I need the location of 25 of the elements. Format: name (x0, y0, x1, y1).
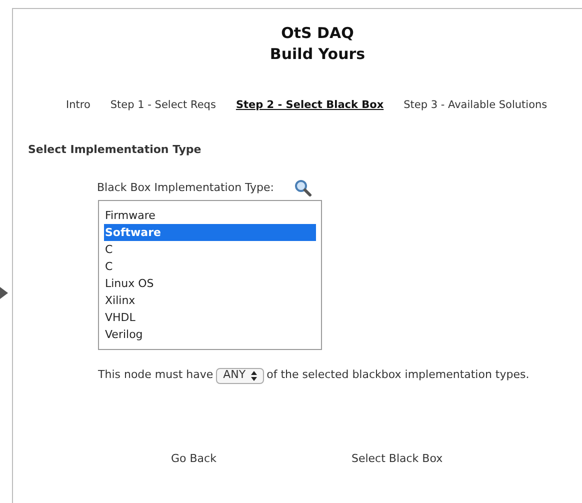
listbox-label: Black Box Implementation Type: (97, 180, 274, 196)
requirement-text: This node must have (98, 367, 214, 384)
site-title: OtS DAQ (281, 23, 354, 44)
search-icon[interactable] (294, 179, 312, 198)
listbox-option[interactable]: Xilinx (104, 292, 316, 310)
step-link[interactable]: Step 2 - Select Black Box (236, 98, 384, 114)
step-link[interactable]: Step 1 - Select Reqs (110, 98, 216, 114)
listbox-option[interactable]: Firmware (104, 207, 316, 224)
go-back-button[interactable]: Go Back (171, 450, 216, 468)
listbox-option[interactable]: VHDL (104, 309, 316, 326)
step-link[interactable]: Step 3 - Available Solutions (404, 98, 548, 114)
listbox-option[interactable]: C (104, 241, 316, 258)
listbox-option[interactable]: Linux OS (104, 275, 316, 292)
site-subtitle: Build Yours (270, 44, 366, 65)
listbox-option[interactable]: Software (104, 224, 316, 242)
updown-icon (250, 370, 257, 380)
requirement-text: of the selected blackbox implementation types. (266, 367, 530, 384)
select-button[interactable]: Select Black Box (351, 450, 443, 468)
listbox-option[interactable]: C (104, 258, 316, 276)
step-link[interactable]: Intro (66, 98, 90, 114)
section-title: Select Implementation Type (28, 142, 202, 158)
implementation-listbox[interactable]: Firmware Software C C Linux OS Xilinx VHDL Verilog (98, 200, 322, 350)
pointer-triangle-icon (0, 287, 8, 299)
listbox-option[interactable]: Verilog (104, 326, 316, 344)
match-select[interactable]: ANY (216, 368, 264, 384)
